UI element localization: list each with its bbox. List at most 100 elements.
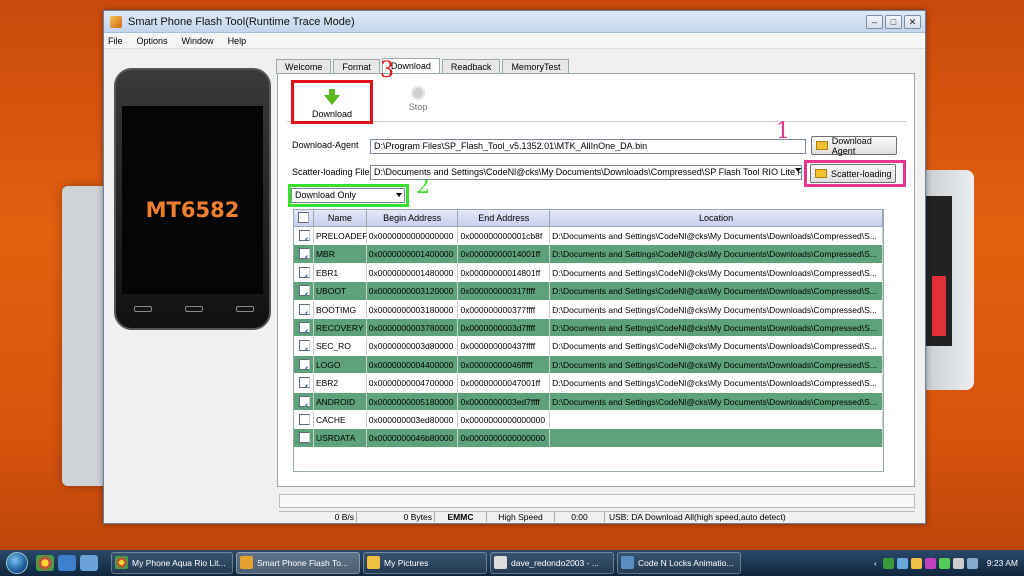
header-location: Location (550, 210, 883, 226)
row-begin-address: 0x0000000003780000 (367, 318, 459, 337)
row-end-address: 0x00000000014001ff (458, 245, 551, 263)
row-checkbox[interactable]: ✓ (294, 282, 314, 300)
checked-icon[interactable]: ✓ (298, 321, 310, 333)
download-mode-select[interactable]: Download Only (291, 188, 405, 203)
row-checkbox[interactable]: ✓ (294, 337, 314, 355)
table-row[interactable]: ✓ UBOOT 0x0000000003120000 0x000000000317ff… (294, 282, 883, 301)
checked-icon[interactable]: ✓ (298, 358, 310, 370)
scatter-dropdown-icon[interactable] (795, 168, 801, 172)
folder-tray-icon[interactable] (910, 557, 922, 569)
task-my-phone[interactable]: My Phone Aqua Rio Lit... (111, 552, 233, 574)
tab-readback[interactable]: Readback (441, 59, 501, 74)
table-row[interactable]: ✓ MBR 0x0000000001400000 0x00000000014001ff… (294, 245, 883, 264)
status-storage: EMMC (435, 512, 487, 522)
checked-icon[interactable]: ✓ (298, 230, 310, 241)
row-name: MBR (314, 245, 367, 263)
volume-icon[interactable] (952, 557, 964, 569)
checked-icon[interactable]: ✓ (298, 395, 310, 407)
maximize-button[interactable]: □ (885, 15, 902, 29)
table-row[interactable]: ✓ PRELOADER 0x0000000000000000 0x0000000000… (294, 227, 883, 246)
row-name: SEC_RO (314, 337, 367, 355)
menu-file[interactable]: File (108, 36, 123, 46)
table-row[interactable]: ✓ RECOVERY 0x0000000003780000 0x0000000003d… (294, 318, 883, 338)
title-bar: Smart Phone Flash Tool(Runtime Trace Mod… (104, 11, 925, 33)
app-tray-icon[interactable] (924, 557, 936, 569)
table-body: ✓ PRELOADER 0x0000000000000000 0x0000000000… (294, 227, 883, 448)
row-checkbox[interactable]: ✓ (294, 300, 314, 318)
scatter-loading-button[interactable]: Scatter-loading (810, 164, 896, 183)
row-end-address: 0x0000000000000000 (458, 410, 551, 429)
shield-icon[interactable] (896, 557, 908, 569)
menu-options[interactable]: Options (137, 36, 168, 46)
table-row[interactable]: ✓ EBR1 0x0000000001480000 0x00000000014801f… (294, 263, 883, 283)
unchecked-icon[interactable] (298, 413, 310, 425)
unchecked-icon[interactable] (298, 432, 310, 444)
start-button[interactable] (0, 550, 34, 576)
download-button[interactable]: Download (291, 80, 373, 124)
row-location: D:\Documents and Settings\CodeNl@cks\My … (550, 337, 883, 355)
table-row[interactable]: USRDATA 0x0000000046b80000 0x0000000000000… (294, 429, 883, 448)
tab-welcome[interactable]: Welcome (276, 59, 332, 74)
checked-icon[interactable]: ✓ (298, 248, 310, 260)
row-begin-address: 0x0000000004400000 (367, 355, 459, 374)
network-icon[interactable] (882, 557, 894, 569)
tab-memorytest[interactable]: MemoryTest (502, 59, 570, 74)
row-checkbox[interactable]: ✓ (294, 227, 314, 245)
flag-icon[interactable] (966, 557, 978, 569)
download-agent-button[interactable]: Download Agent (811, 136, 897, 156)
scatter-path-field[interactable]: D:\Documents and Settings\CodeNl@cks\My … (370, 165, 802, 180)
table-row[interactable]: ✓ BOOTIMG 0x0000000003180000 0x000000000377… (294, 300, 883, 319)
battery-icon[interactable] (938, 557, 950, 569)
app-icon (110, 15, 122, 28)
chevron-left-icon[interactable]: ‹ (874, 558, 877, 568)
row-name: CACHE (314, 410, 367, 429)
agent-path-field[interactable]: D:\Program Files\SP_Flash_Tool_v5.1352.0… (370, 139, 806, 154)
checked-icon[interactable]: ✓ (298, 285, 310, 297)
status-bytes: 0 Bytes (357, 512, 435, 522)
checked-icon[interactable]: ✓ (298, 303, 310, 315)
task-my-pictures[interactable]: My Pictures (363, 552, 487, 574)
row-begin-address: 0x0000000004700000 (367, 374, 459, 392)
row-begin-address: 0x0000000000000000 (367, 227, 459, 245)
menu-bar: File Options Window Help (104, 33, 925, 49)
close-button[interactable]: ✕ (904, 15, 921, 29)
task-dave-redondo[interactable]: dave_redondo2003 - ... (490, 552, 614, 574)
partition-table: Name Begin Address End Address Location … (293, 209, 884, 472)
menu-help[interactable]: Help (228, 36, 247, 46)
row-name: BOOTIMG (314, 300, 367, 318)
folder-icon (816, 141, 828, 150)
row-checkbox[interactable]: ✓ (294, 245, 314, 263)
task-code-n-locks[interactable]: Code N Locks Animatio... (617, 552, 741, 574)
table-row[interactable]: CACHE 0x000000003ed80000 0x000000000000000… (294, 410, 883, 430)
table-row[interactable]: ✓ EBR2 0x0000000004700000 0x00000000047001f… (294, 374, 883, 393)
tab-format[interactable]: Format (333, 59, 380, 74)
header-select-all[interactable] (294, 210, 314, 226)
row-end-address: 0x000000000377ffff (458, 300, 551, 318)
minimize-button[interactable]: – (866, 15, 883, 29)
table-row[interactable]: ✓ LOGO 0x0000000004400000 0x00000000046ffff… (294, 355, 883, 375)
row-checkbox[interactable] (294, 410, 314, 429)
row-begin-address: 0x0000000003120000 (367, 282, 459, 300)
row-end-address: 0x000000000001cb8f (458, 227, 551, 245)
table-row[interactable]: ✓ SEC_RO 0x0000000003d80000 0x000000000437f… (294, 337, 883, 356)
row-name: USRDATA (314, 429, 367, 447)
row-checkbox[interactable]: ✓ (294, 318, 314, 337)
phone-image: MT6582 (114, 68, 271, 330)
stop-button[interactable]: Stop (379, 80, 457, 120)
row-checkbox[interactable]: ✓ (294, 374, 314, 392)
menu-window[interactable]: Window (182, 36, 214, 46)
task-flash-tool[interactable]: Smart Phone Flash To... (236, 552, 360, 574)
checked-icon[interactable]: ✓ (298, 377, 310, 389)
row-checkbox[interactable]: ✓ (294, 355, 314, 374)
checked-icon[interactable]: ✓ (298, 266, 310, 278)
quick-launch-icon[interactable] (80, 555, 98, 571)
status-bar: 0 B/s 0 Bytes EMMC High Speed 0:00 USB: … (279, 511, 915, 522)
checked-icon[interactable]: ✓ (298, 340, 310, 352)
chrome-icon[interactable] (36, 555, 54, 571)
download-manager-icon[interactable] (58, 555, 76, 571)
row-checkbox[interactable] (294, 429, 314, 447)
windows-orb-icon (6, 552, 28, 574)
row-checkbox[interactable]: ✓ (294, 392, 314, 410)
row-checkbox[interactable]: ✓ (294, 263, 314, 282)
table-row[interactable]: ✓ ANDROID 0x0000000005180000 0x0000000003ed… (294, 392, 883, 411)
